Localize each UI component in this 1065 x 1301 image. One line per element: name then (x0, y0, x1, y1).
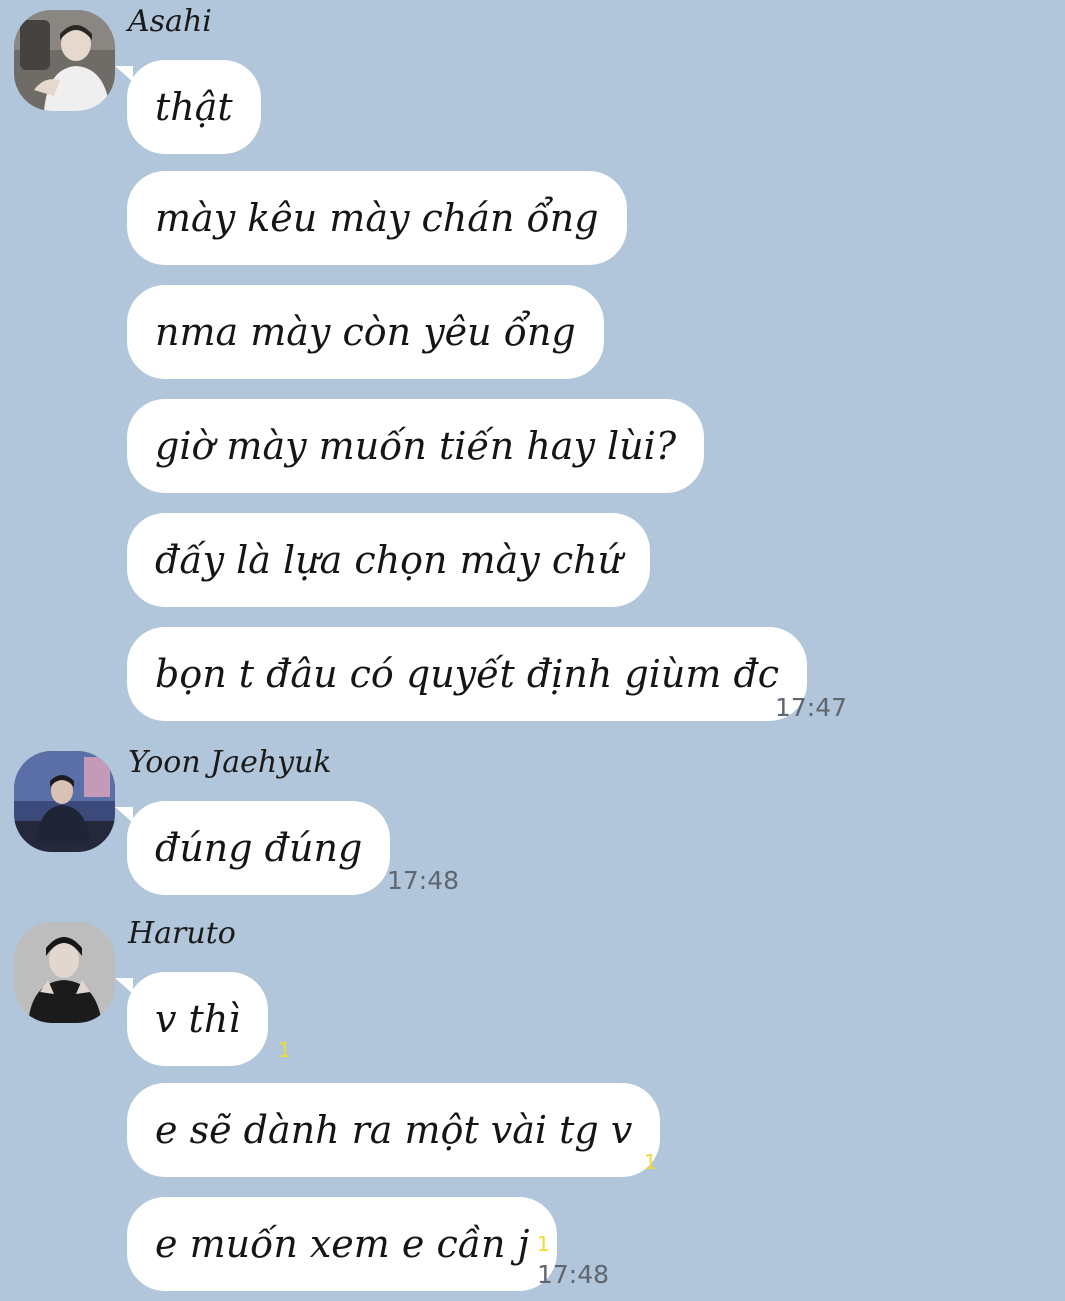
unread-count: 1 (278, 1038, 291, 1062)
message-timestamp: 17:48 (537, 1260, 610, 1289)
unread-count: 1 (644, 1150, 657, 1174)
message-bubble[interactable]: bọn t đâu có quyết định giùm đc (127, 627, 808, 721)
sender-name: Yoon Jaehyuk (128, 745, 332, 780)
avatar-yoon-jaehyuk[interactable] (14, 751, 115, 852)
message-bubble[interactable]: mày kêu mày chán ổng (127, 171, 627, 265)
profile-photo-yoon-jaehyuk-icon (14, 751, 115, 852)
message-bubble[interactable]: đúng đúng (114, 801, 391, 895)
sender-name: Asahi (128, 4, 212, 39)
message-timestamp: 17:47 (775, 693, 848, 722)
avatar-asahi[interactable] (14, 10, 115, 111)
avatar-haruto[interactable] (14, 922, 115, 1023)
message-bubble[interactable]: e muốn xem e cần j (127, 1197, 558, 1291)
message-bubble[interactable]: nma mày còn yêu ổng (127, 285, 604, 379)
message-timestamp: 17:48 (387, 866, 460, 895)
profile-photo-haruto-icon (14, 922, 115, 1023)
message-bubble[interactable]: v thì (114, 972, 269, 1066)
message-bubble[interactable]: đấy là lựa chọn mày chứ (127, 513, 651, 607)
message-bubble[interactable]: e sẽ dành ra một vài tg v (127, 1083, 661, 1177)
sender-name: Haruto (128, 916, 236, 951)
message-bubble[interactable]: thật (115, 60, 261, 154)
unread-count: 1 (537, 1232, 550, 1256)
chat-room-messages[interactable]: Asahi thật mày kêu mày chán ổng nma mày … (0, 0, 1065, 1301)
profile-photo-asahi-icon (14, 10, 115, 111)
message-bubble[interactable]: giờ mày muốn tiến hay lùi? (127, 399, 705, 493)
